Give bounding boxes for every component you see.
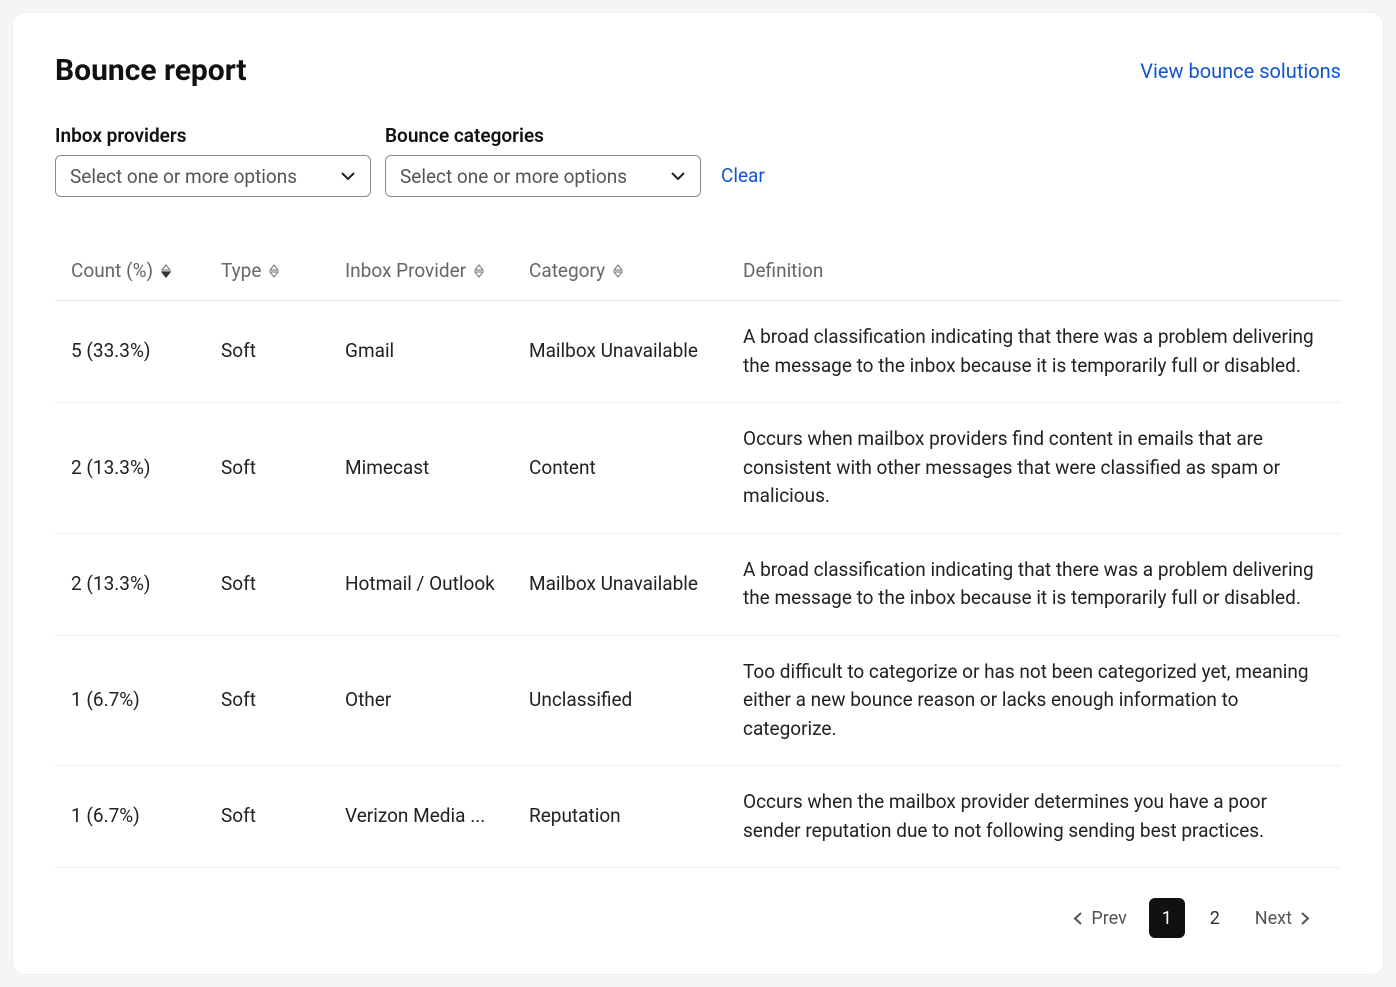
clear-filters-link[interactable]: Clear <box>721 164 765 197</box>
column-header-provider[interactable]: Inbox Provider <box>345 259 484 282</box>
bounce-categories-select[interactable]: Select one or more options <box>385 155 701 197</box>
cell-definition: Occurs when mailbox providers find conte… <box>727 403 1341 534</box>
table-row: 2 (13.3%)SoftHotmail / OutlookMailbox Un… <box>55 533 1341 635</box>
table-row: 2 (13.3%)SoftMimecastContentOccurs when … <box>55 403 1341 534</box>
sort-icon <box>474 264 484 278</box>
cell-definition: A broad classification indicating that t… <box>727 533 1341 635</box>
bounce-categories-label: Bounce categories <box>385 124 701 147</box>
prev-label: Prev <box>1091 908 1126 929</box>
next-label: Next <box>1255 908 1292 929</box>
cell-count: 1 (6.7%) <box>55 635 205 766</box>
pagination-next[interactable]: Next <box>1255 908 1311 929</box>
cell-category: Content <box>513 403 727 534</box>
cell-type: Soft <box>205 403 329 534</box>
column-header-count[interactable]: Count (%) <box>71 259 171 282</box>
sort-icon <box>269 264 279 278</box>
column-label: Type <box>221 259 261 282</box>
pagination-prev[interactable]: Prev <box>1072 908 1126 929</box>
bounce-report-card: Bounce report View bounce solutions Inbo… <box>12 12 1384 975</box>
cell-category: Mailbox Unavailable <box>513 533 727 635</box>
page-title: Bounce report <box>55 53 247 88</box>
inbox-providers-label: Inbox providers <box>55 124 371 147</box>
sort-icon <box>613 264 623 278</box>
cell-count: 1 (6.7%) <box>55 766 205 868</box>
chevron-down-icon <box>670 168 686 184</box>
cell-definition: Occurs when the mailbox provider determi… <box>727 766 1341 868</box>
column-label: Definition <box>743 259 823 282</box>
column-label: Count (%) <box>71 259 153 282</box>
cell-count: 2 (13.3%) <box>55 533 205 635</box>
bounce-table: Count (%) Type <box>55 247 1341 868</box>
cell-definition: A broad classification indicating that t… <box>727 301 1341 403</box>
column-header-type[interactable]: Type <box>221 259 279 282</box>
cell-provider: Hotmail / Outlook <box>329 533 513 635</box>
column-label: Inbox Provider <box>345 259 466 282</box>
view-bounce-solutions-link[interactable]: View bounce solutions <box>1140 59 1341 83</box>
filter-bounce-categories: Bounce categories Select one or more opt… <box>385 124 701 197</box>
filters: Inbox providers Select one or more optio… <box>55 124 1341 197</box>
column-label: Category <box>529 259 605 282</box>
cell-provider: Gmail <box>329 301 513 403</box>
table-row: 1 (6.7%)SoftVerizon Media ...ReputationO… <box>55 766 1341 868</box>
inbox-providers-select[interactable]: Select one or more options <box>55 155 371 197</box>
cell-provider: Other <box>329 635 513 766</box>
sort-icon <box>161 264 171 278</box>
cell-provider: Mimecast <box>329 403 513 534</box>
header: Bounce report View bounce solutions <box>55 53 1341 88</box>
column-header-definition: Definition <box>743 259 823 282</box>
cell-definition: Too difficult to categorize or has not b… <box>727 635 1341 766</box>
cell-category: Mailbox Unavailable <box>513 301 727 403</box>
cell-count: 5 (33.3%) <box>55 301 205 403</box>
page-number-1[interactable]: 1 <box>1149 898 1185 938</box>
cell-type: Soft <box>205 301 329 403</box>
table-row: 1 (6.7%)SoftOtherUnclassifiedToo difficu… <box>55 635 1341 766</box>
cell-category: Unclassified <box>513 635 727 766</box>
table-row: 5 (33.3%)SoftGmailMailbox UnavailableA b… <box>55 301 1341 403</box>
page-number-2[interactable]: 2 <box>1197 898 1233 938</box>
chevron-left-icon <box>1072 912 1085 925</box>
cell-type: Soft <box>205 766 329 868</box>
cell-count: 2 (13.3%) <box>55 403 205 534</box>
cell-provider: Verizon Media ... <box>329 766 513 868</box>
cell-type: Soft <box>205 533 329 635</box>
chevron-right-icon <box>1298 912 1311 925</box>
bounce-categories-placeholder: Select one or more options <box>400 165 627 188</box>
cell-type: Soft <box>205 635 329 766</box>
column-header-category[interactable]: Category <box>529 259 623 282</box>
chevron-down-icon <box>340 168 356 184</box>
filter-inbox-providers: Inbox providers Select one or more optio… <box>55 124 371 197</box>
cell-category: Reputation <box>513 766 727 868</box>
inbox-providers-placeholder: Select one or more options <box>70 165 297 188</box>
pagination: Prev 12 Next <box>55 898 1341 938</box>
